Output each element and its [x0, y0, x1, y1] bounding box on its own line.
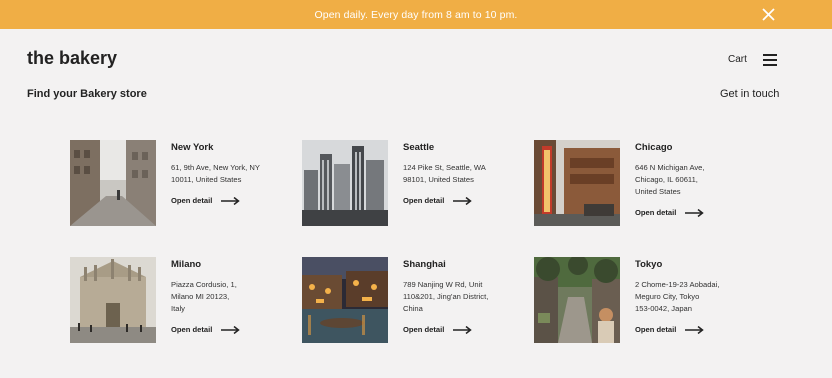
- address-line: 98101, United States: [403, 175, 474, 184]
- store-card-tokyo: Tokyo 2 Chome-19-23 Aobadai, Meguro City…: [534, 257, 744, 343]
- open-detail-label: Open detail: [403, 196, 445, 205]
- store-address: 2 Chome-19-23 Aobadai, Meguro City, Toky…: [635, 279, 745, 315]
- logo[interactable]: the bakery: [27, 48, 117, 69]
- store-name: Tokyo: [635, 259, 663, 270]
- store-photo-shanghai[interactable]: [302, 257, 388, 343]
- address-line: Chicago, IL 60611,: [635, 175, 698, 184]
- arrow-right-icon: [453, 196, 473, 205]
- store-card-chicago: Chicago 646 N Michigan Ave, Chicago, IL …: [534, 140, 744, 226]
- address-line: 646 N Michigan Ave,: [635, 163, 705, 172]
- arrow-right-icon: [221, 325, 241, 334]
- store-photo-new-york[interactable]: [70, 140, 156, 226]
- store-card-new-york: New York 61, 9th Ave, New York, NY 10011…: [70, 140, 280, 226]
- store-name: Milano: [171, 259, 202, 270]
- banner-text: Open daily. Every day from 8 am to 10 pm…: [314, 8, 518, 21]
- open-detail-label: Open detail: [635, 325, 677, 334]
- store-address: 61, 9th Ave, New York, NY 10011, United …: [171, 162, 281, 186]
- open-detail-link[interactable]: Open detail: [171, 196, 241, 205]
- page-title: Find your Bakery store: [27, 88, 147, 100]
- store-address: 124 Pike St, Seattle, WA 98101, United S…: [403, 162, 513, 186]
- open-detail-label: Open detail: [171, 325, 213, 334]
- store-name: Chicago: [635, 142, 673, 153]
- store-name: Seattle: [403, 142, 435, 153]
- store-address: 789 Nanjing W Rd, Unit 110&201, Jing'an …: [403, 279, 513, 315]
- address-line: 153-0042, Japan: [635, 304, 693, 313]
- announcement-banner: Open daily. Every day from 8 am to 10 pm…: [0, 0, 832, 29]
- store-photo-seattle[interactable]: [302, 140, 388, 226]
- arrow-right-icon: [453, 325, 473, 334]
- store-name: Shanghai: [403, 259, 446, 270]
- arrow-right-icon: [685, 208, 705, 217]
- address-line: 789 Nanjing W Rd, Unit: [403, 280, 483, 289]
- hamburger-menu-icon[interactable]: [763, 54, 777, 66]
- arrow-right-icon: [685, 325, 705, 334]
- open-detail-link[interactable]: Open detail: [403, 325, 473, 334]
- address-line: China: [403, 304, 423, 313]
- open-detail-link[interactable]: Open detail: [171, 325, 241, 334]
- cart-link[interactable]: Cart: [728, 54, 747, 65]
- store-name: New York: [171, 142, 214, 153]
- get-in-touch-link[interactable]: Get in touch: [720, 88, 779, 100]
- open-detail-label: Open detail: [171, 196, 213, 205]
- store-address: 646 N Michigan Ave, Chicago, IL 60611, U…: [635, 162, 745, 198]
- address-line: Milano MI 20123,: [171, 292, 230, 301]
- store-card-milano: Milano Piazza Cordusio, 1, Milano MI 201…: [70, 257, 280, 343]
- address-line: 61, 9th Ave, New York, NY: [171, 163, 260, 172]
- close-icon[interactable]: [762, 8, 775, 21]
- open-detail-label: Open detail: [403, 325, 445, 334]
- store-address: Piazza Cordusio, 1, Milano MI 20123, Ita…: [171, 279, 281, 315]
- open-detail-link[interactable]: Open detail: [403, 196, 473, 205]
- address-line: Meguro City, Tokyo: [635, 292, 700, 301]
- open-detail-link[interactable]: Open detail: [635, 325, 705, 334]
- address-line: 10011, United States: [171, 175, 242, 184]
- address-line: 2 Chome-19-23 Aobadai,: [635, 280, 720, 289]
- open-detail-label: Open detail: [635, 208, 677, 217]
- address-line: United States: [635, 187, 681, 196]
- store-photo-tokyo[interactable]: [534, 257, 620, 343]
- address-line: Italy: [171, 304, 185, 313]
- address-line: 110&201, Jing'an District,: [403, 292, 489, 301]
- store-card-shanghai: Shanghai 789 Nanjing W Rd, Unit 110&201,…: [302, 257, 512, 343]
- arrow-right-icon: [221, 196, 241, 205]
- store-card-seattle: Seattle 124 Pike St, Seattle, WA 98101, …: [302, 140, 512, 226]
- address-line: Piazza Cordusio, 1,: [171, 280, 237, 289]
- store-photo-milano[interactable]: [70, 257, 156, 343]
- open-detail-link[interactable]: Open detail: [635, 208, 705, 217]
- site-header: the bakery Cart: [0, 29, 832, 89]
- store-photo-chicago[interactable]: [534, 140, 620, 226]
- address-line: 124 Pike St, Seattle, WA: [403, 163, 486, 172]
